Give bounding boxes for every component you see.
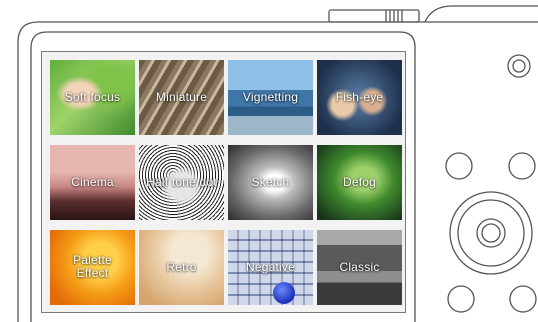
top-shutter-button (424, 5, 538, 23)
filter-tile-palette-effect[interactable]: Palette Effect (50, 230, 135, 305)
filter-tile-defog[interactable]: Defog (317, 145, 402, 220)
filter-label: Half tone dot (146, 174, 217, 189)
filter-tile-half-tone-dot[interactable]: Half tone dot (139, 145, 224, 220)
filter-tile-fish-eye[interactable]: Fish-eye (317, 60, 402, 135)
filter-tile-vignetting[interactable]: Vignetting (228, 60, 313, 135)
filter-label: Cinema (71, 174, 114, 189)
filter-tile-miniature[interactable]: Miniature (139, 60, 224, 135)
filter-label: Fish-eye (335, 89, 384, 104)
filter-label: Defog (342, 174, 377, 189)
filter-tile-soft-focus[interactable]: Soft focus (50, 60, 135, 135)
filter-tile-negative[interactable]: Negative (228, 230, 313, 305)
filter-label: Vignetting (242, 89, 299, 104)
filter-tile-cinema[interactable]: Cinema (50, 145, 135, 220)
filter-label: Classic (339, 259, 380, 274)
filter-label: Retro (166, 259, 197, 274)
filter-tile-sketch[interactable]: Sketch (228, 145, 313, 220)
filter-label: Miniature (155, 89, 208, 104)
right-function-button[interactable] (508, 152, 536, 180)
bottom-left-button[interactable] (447, 285, 475, 313)
blue-ball-image (273, 282, 295, 304)
filter-tile-retro[interactable]: Retro (139, 230, 224, 305)
filter-tile-classic[interactable]: Classic (317, 230, 402, 305)
bottom-right-button[interactable] (509, 285, 537, 313)
filter-label: Soft focus (64, 89, 121, 104)
filter-label: Sketch (251, 174, 290, 189)
lcd-screen: Soft focus Miniature Vignetting Fish-eye… (41, 51, 406, 313)
filter-label: Palette Effect (73, 252, 112, 281)
top-dial-base (328, 9, 420, 23)
ok-button[interactable] (476, 218, 506, 248)
filter-label: Negative (246, 259, 295, 274)
left-function-button[interactable] (445, 152, 473, 180)
top-button[interactable] (507, 54, 531, 78)
